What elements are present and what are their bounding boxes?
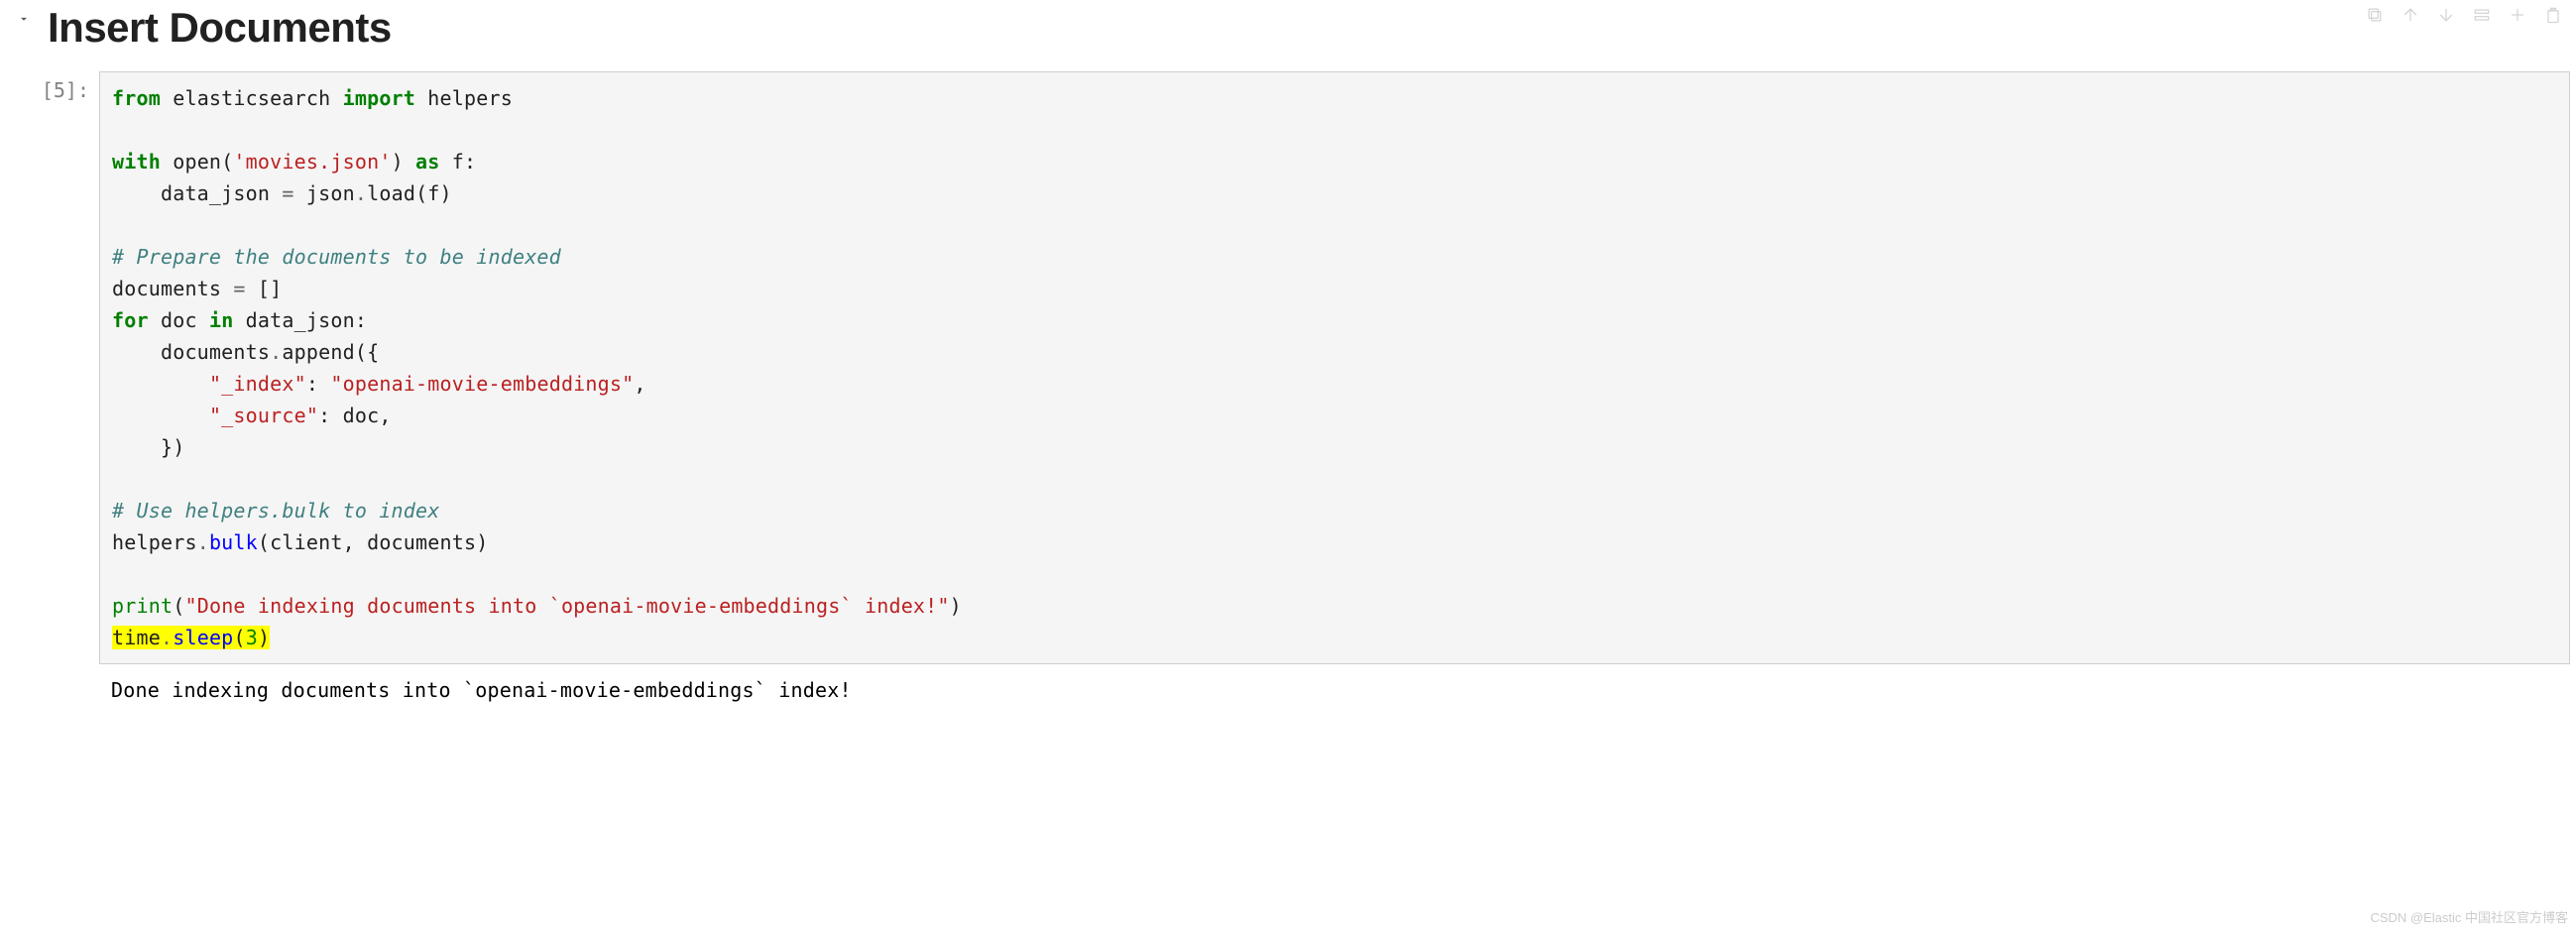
code-text: helpers xyxy=(112,530,197,554)
stdout-output: Done indexing documents into `openai-mov… xyxy=(99,670,2576,710)
cell-toolbar xyxy=(2360,0,2568,30)
notebook-container: Insert Documents [5]: fr xyxy=(0,0,2576,710)
code-text: ( xyxy=(233,626,245,649)
code-text: : doc, xyxy=(318,404,391,427)
code-text: data_json: xyxy=(233,308,367,332)
keyword-for: for xyxy=(112,308,149,332)
keyword-as: as xyxy=(415,150,439,174)
code-text: ) xyxy=(950,594,962,618)
import-name: helpers xyxy=(415,86,513,110)
string-literal: 'movies.json' xyxy=(233,150,391,174)
code-text xyxy=(112,404,209,427)
code-text: }) xyxy=(112,435,184,459)
comment: # Prepare the documents to be indexed xyxy=(112,245,561,269)
module-name: elasticsearch xyxy=(161,86,343,110)
code-text: open( xyxy=(161,150,233,174)
duplicate-icon[interactable] xyxy=(2364,4,2386,26)
markdown-cell: Insert Documents xyxy=(0,0,2576,59)
comment: # Use helpers.bulk to index xyxy=(112,499,440,523)
code-cell-content: from elasticsearch import helpers with o… xyxy=(99,71,2570,664)
method-name: sleep xyxy=(173,626,233,649)
code-text: documents xyxy=(112,277,233,300)
operator: . xyxy=(161,626,173,649)
code-text: , xyxy=(634,372,645,396)
move-down-icon[interactable] xyxy=(2435,4,2457,26)
operator: . xyxy=(197,530,209,554)
keyword-with: with xyxy=(112,150,161,174)
code-editor[interactable]: from elasticsearch import helpers with o… xyxy=(99,71,2570,664)
code-text: (f) xyxy=(415,181,452,205)
code-text: [] xyxy=(246,277,283,300)
code-text: documents xyxy=(112,340,270,364)
string-literal: "Done indexing documents into `openai-mo… xyxy=(184,594,949,618)
code-text xyxy=(112,372,209,396)
code-text: f: xyxy=(440,150,477,174)
keyword-in: in xyxy=(209,308,233,332)
markdown-cell-row: Insert Documents xyxy=(0,0,2576,67)
code-text: ( xyxy=(173,594,184,618)
string-literal: "_source" xyxy=(209,404,318,427)
code-text: ) xyxy=(392,150,415,174)
code-cell: [5]: from elasticsearch import helpers w… xyxy=(0,71,2576,664)
operator: = xyxy=(233,277,245,300)
string-literal: "_index" xyxy=(209,372,306,396)
code-text: data_json xyxy=(112,181,282,205)
add-cell-icon[interactable] xyxy=(2507,4,2528,26)
keyword-import: import xyxy=(343,86,415,110)
code-text: json xyxy=(294,181,355,205)
delete-cell-icon[interactable] xyxy=(2542,4,2564,26)
method-name: append xyxy=(282,340,354,364)
code-text: (client, documents) xyxy=(258,530,489,554)
code-text: time xyxy=(112,626,161,649)
code-text: : xyxy=(306,372,330,396)
code-text: ({ xyxy=(355,340,379,364)
input-prompt: [5]: xyxy=(0,71,99,102)
move-up-icon[interactable] xyxy=(2400,4,2421,26)
code-text: doc xyxy=(149,308,209,332)
collapse-toggle[interactable] xyxy=(0,0,48,26)
number-literal: 3 xyxy=(246,626,258,649)
watermark: CSDN @Elastic 中国社区官方博客 xyxy=(2370,907,2568,926)
string-literal: "openai-movie-embeddings" xyxy=(330,372,634,396)
output-prompt xyxy=(0,670,99,677)
chevron-down-icon xyxy=(17,12,31,26)
output-cell: Done indexing documents into `openai-mov… xyxy=(0,670,2576,710)
highlighted-line: time.sleep(3) xyxy=(112,626,270,649)
operator: = xyxy=(282,181,293,205)
insert-above-icon[interactable] xyxy=(2471,4,2493,26)
builtin-print: print xyxy=(112,594,173,618)
operator: . xyxy=(270,340,282,364)
section-heading: Insert Documents xyxy=(48,0,392,59)
keyword-from: from xyxy=(112,86,161,110)
code-text: load xyxy=(367,181,415,205)
method-name: bulk xyxy=(209,530,258,554)
operator: . xyxy=(355,181,367,205)
code-text: ) xyxy=(258,626,270,649)
